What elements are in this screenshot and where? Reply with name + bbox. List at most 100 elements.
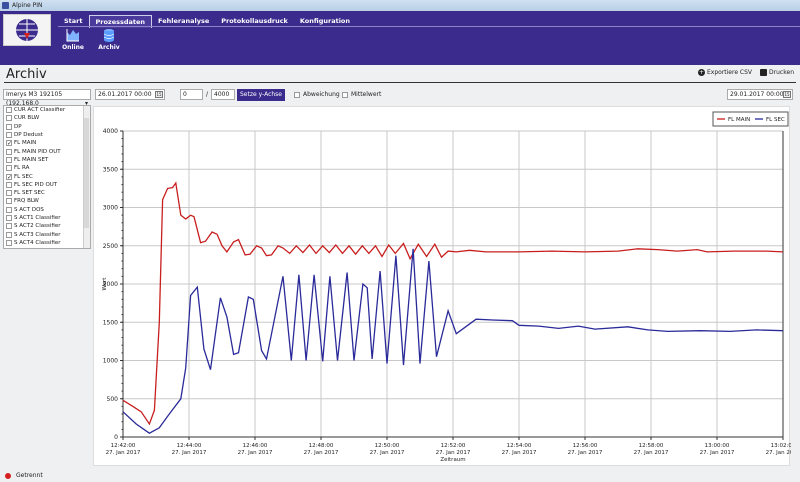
signal-list[interactable]: CUR ACT Classifier CUR BLW DP DP Dedust ✓ FL … (3, 105, 91, 249)
ribbon-archiv-label: Archiv (98, 44, 120, 51)
signal-list-item[interactable]: S ACT3 Classifier (4, 230, 90, 238)
chart-panel: 0 500 1000 1500 2000 2500 3000 3500 4000 12:42:00… (93, 106, 800, 466)
checkbox[interactable] (6, 148, 12, 155)
checkbox[interactable] (6, 206, 12, 213)
line-chart: 0500100015002000250030003500400012:42:00… (102, 111, 800, 463)
signal-label: FL RA (14, 165, 30, 172)
signal-label: S ACT DOS (14, 206, 44, 213)
x-tick-time: 12:46:00 (243, 443, 268, 449)
scrollbar[interactable] (83, 106, 90, 248)
signal-label: FL MAIN (14, 140, 37, 147)
x-tick-time: 13:02:00 (771, 443, 791, 449)
checkbox[interactable] (6, 107, 12, 114)
set-y-axis-button[interactable]: Setze y-Achse (237, 89, 285, 101)
export-csv-button[interactable]: + Exportiere CSV (698, 69, 752, 76)
calendar-icon[interactable]: 15 (783, 91, 791, 98)
x-tick-date: 27. Jan 2017 (502, 450, 537, 456)
signal-list-item[interactable]: S ACT4 Classifier (4, 239, 90, 247)
device-select[interactable]: Imerys M3 192105 (192.168.0 ▾ (3, 89, 91, 107)
signal-list-item[interactable]: FRQ BLW (4, 197, 90, 205)
signal-label: DP Dedust (14, 132, 43, 139)
mittelwert-checkbox[interactable]: Mittelwert (342, 91, 381, 98)
signal-list-item[interactable]: CUR ACT Classifier (4, 106, 90, 114)
signal-label: CUR ACT Classifier (14, 107, 66, 114)
signal-list-item[interactable]: DP (4, 123, 90, 131)
x-tick-time: 12:50:00 (375, 443, 400, 449)
checkbox[interactable] (6, 132, 12, 139)
x-tick-date: 27. Jan 2017 (436, 450, 471, 456)
signal-list-item[interactable]: S ACT1 Classifier (4, 214, 90, 222)
x-tick-date: 27. Jan 2017 (106, 450, 141, 456)
app-icon (2, 2, 9, 9)
checkbox[interactable] (6, 181, 12, 188)
y-axis-label: Wert (102, 277, 108, 291)
checkbox[interactable] (6, 165, 12, 172)
signal-list-item[interactable]: FL SET SEC (4, 189, 90, 197)
signal-list-item[interactable]: FL MAIN PID OUT (4, 147, 90, 155)
x-tick-date: 27. Jan 2017 (634, 450, 669, 456)
ribbon-online-label: Online (62, 44, 84, 51)
checkbox[interactable]: ✓ (6, 140, 12, 147)
signal-list-item[interactable]: ✓ FL SEC (4, 172, 90, 180)
y-tick-label: 500 (107, 396, 119, 403)
chart-legend: FL MAIN FL SEC (712, 111, 789, 127)
x-tick-time: 12:56:00 (573, 443, 598, 449)
x-tick-date: 27. Jan 2017 (700, 450, 735, 456)
y-max-input[interactable]: 4000 (211, 89, 235, 100)
signal-label: CUR BLW (14, 115, 40, 122)
end-date-value: 29.01.2017 00:00 (730, 91, 784, 98)
signal-label: FL SEC (14, 173, 33, 180)
ribbon-online-button[interactable]: Online (60, 28, 86, 51)
y-min-input[interactable]: 0 (180, 89, 203, 100)
signal-list-item[interactable]: FL RA (4, 164, 90, 172)
signal-list-item[interactable]: DP Dedust (4, 131, 90, 139)
signal-list-item[interactable]: S ACT DOS (4, 206, 90, 214)
abweichung-checkbox[interactable]: Abweichung (294, 91, 340, 98)
signal-label: FRQ BLW (14, 198, 39, 205)
scrollbar-thumb[interactable] (84, 118, 89, 228)
end-date-field[interactable]: 29.01.2017 00:00 15 (727, 89, 793, 100)
checkbox[interactable] (6, 198, 12, 205)
x-tick-time: 12:54:00 (507, 443, 532, 449)
signal-list-item[interactable]: S ACT2 Classifier (4, 222, 90, 230)
x-tick-date: 27. Jan 2017 (766, 450, 791, 456)
signal-list-item[interactable]: CUR BLW (4, 114, 90, 122)
title-bar: Alpine PIN (0, 0, 800, 11)
checkbox[interactable]: ✓ (6, 173, 12, 180)
database-icon (103, 29, 115, 42)
abweichung-label: Abweichung (303, 91, 340, 98)
calendar-icon[interactable]: 15 (155, 91, 163, 98)
checkbox[interactable] (6, 231, 12, 238)
x-tick-date: 27. Jan 2017 (172, 450, 207, 456)
y-tick-label: 0 (114, 434, 118, 441)
checkbox[interactable] (6, 223, 12, 230)
checkbox-box[interactable] (342, 91, 348, 98)
checkbox-box[interactable] (294, 91, 300, 98)
checkbox[interactable] (6, 239, 12, 246)
signal-label: S ACT1 Classifier (14, 215, 61, 221)
print-button[interactable]: Drucken (760, 69, 794, 76)
mittelwert-label: Mittelwert (351, 91, 382, 98)
signal-list-item[interactable]: S SET Classifier (4, 247, 90, 249)
tab-divider (58, 26, 800, 27)
y-tick-label: 3500 (103, 166, 118, 173)
x-tick-time: 13:00:00 (705, 443, 730, 449)
signal-label: DP (14, 123, 22, 130)
signal-list-item[interactable]: ✓ FL MAIN (4, 139, 90, 147)
signal-list-item[interactable]: FL SEC PID OUT (4, 181, 90, 189)
x-axis-label: Zeitraum (440, 457, 465, 463)
checkbox[interactable] (6, 156, 12, 163)
checkbox[interactable] (6, 215, 12, 221)
ribbon-archiv-button[interactable]: Archiv (96, 28, 122, 51)
signal-list-item[interactable]: FL MAIN SET (4, 156, 90, 164)
checkbox[interactable] (6, 248, 12, 249)
signal-label: FL SEC PID OUT (14, 181, 58, 188)
checkbox[interactable] (6, 190, 12, 197)
start-date-field[interactable]: 26.01.2017 00:00 15 (95, 89, 165, 100)
checkbox[interactable] (6, 123, 12, 130)
x-tick-time: 12:42:00 (111, 443, 136, 449)
page-title: Archiv (6, 67, 47, 82)
logo (3, 14, 51, 46)
checkbox[interactable] (6, 115, 12, 122)
y-tick-label: 2500 (103, 243, 118, 250)
